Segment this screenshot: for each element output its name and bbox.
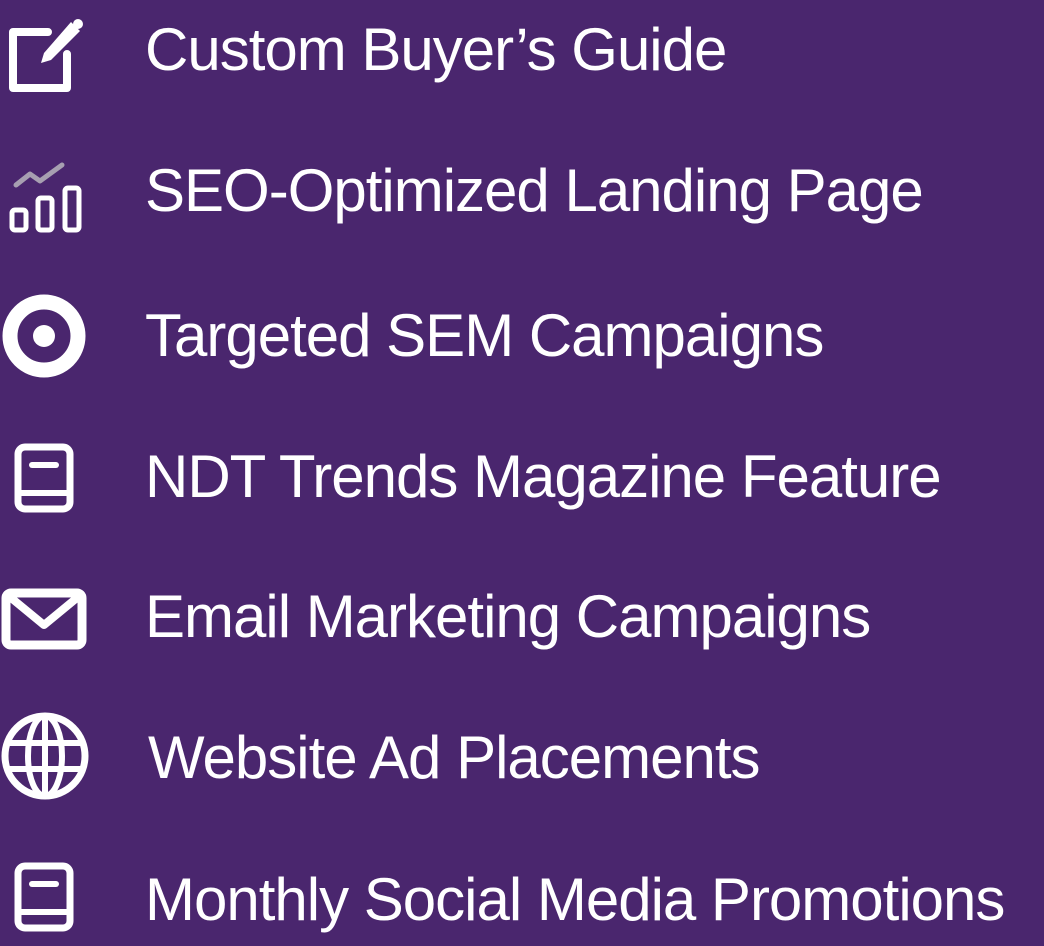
- feature-item-targeted-sem: Targeted SEM Campaigns: [0, 286, 1044, 386]
- book-icon: [0, 846, 96, 942]
- target-icon: [0, 288, 96, 384]
- feature-item-custom-buyers-guide: Custom Buyer’s Guide: [0, 0, 1044, 100]
- feature-list: Custom Buyer’s Guide SEO-Optimized Landi…: [0, 0, 1044, 941]
- feature-item-seo-landing-page: SEO-Optimized Landing Page: [0, 140, 1044, 240]
- bar-chart-trend-icon: [0, 150, 96, 246]
- feature-label: Monthly Social Media Promotions: [145, 866, 1005, 933]
- feature-label: Targeted SEM Campaigns: [145, 302, 824, 369]
- feature-item-email-marketing: Email Marketing Campaigns: [0, 567, 1044, 667]
- book-icon: [0, 427, 96, 523]
- edit-square-icon: [0, 6, 96, 102]
- feature-item-website-ad-placements: Website Ad Placements: [0, 708, 1044, 808]
- feature-item-social-media-promotions: Monthly Social Media Promotions: [0, 846, 1044, 946]
- feature-label: Website Ad Placements: [148, 724, 761, 791]
- feature-label: Email Marketing Campaigns: [145, 583, 871, 650]
- feature-label: SEO-Optimized Landing Page: [145, 157, 924, 224]
- feature-label: Custom Buyer’s Guide: [145, 16, 727, 83]
- feature-item-ndt-trends-magazine: NDT Trends Magazine Feature: [0, 427, 1044, 527]
- envelope-icon: [0, 567, 96, 663]
- feature-label: NDT Trends Magazine Feature: [145, 443, 942, 510]
- globe-icon: [0, 708, 96, 804]
